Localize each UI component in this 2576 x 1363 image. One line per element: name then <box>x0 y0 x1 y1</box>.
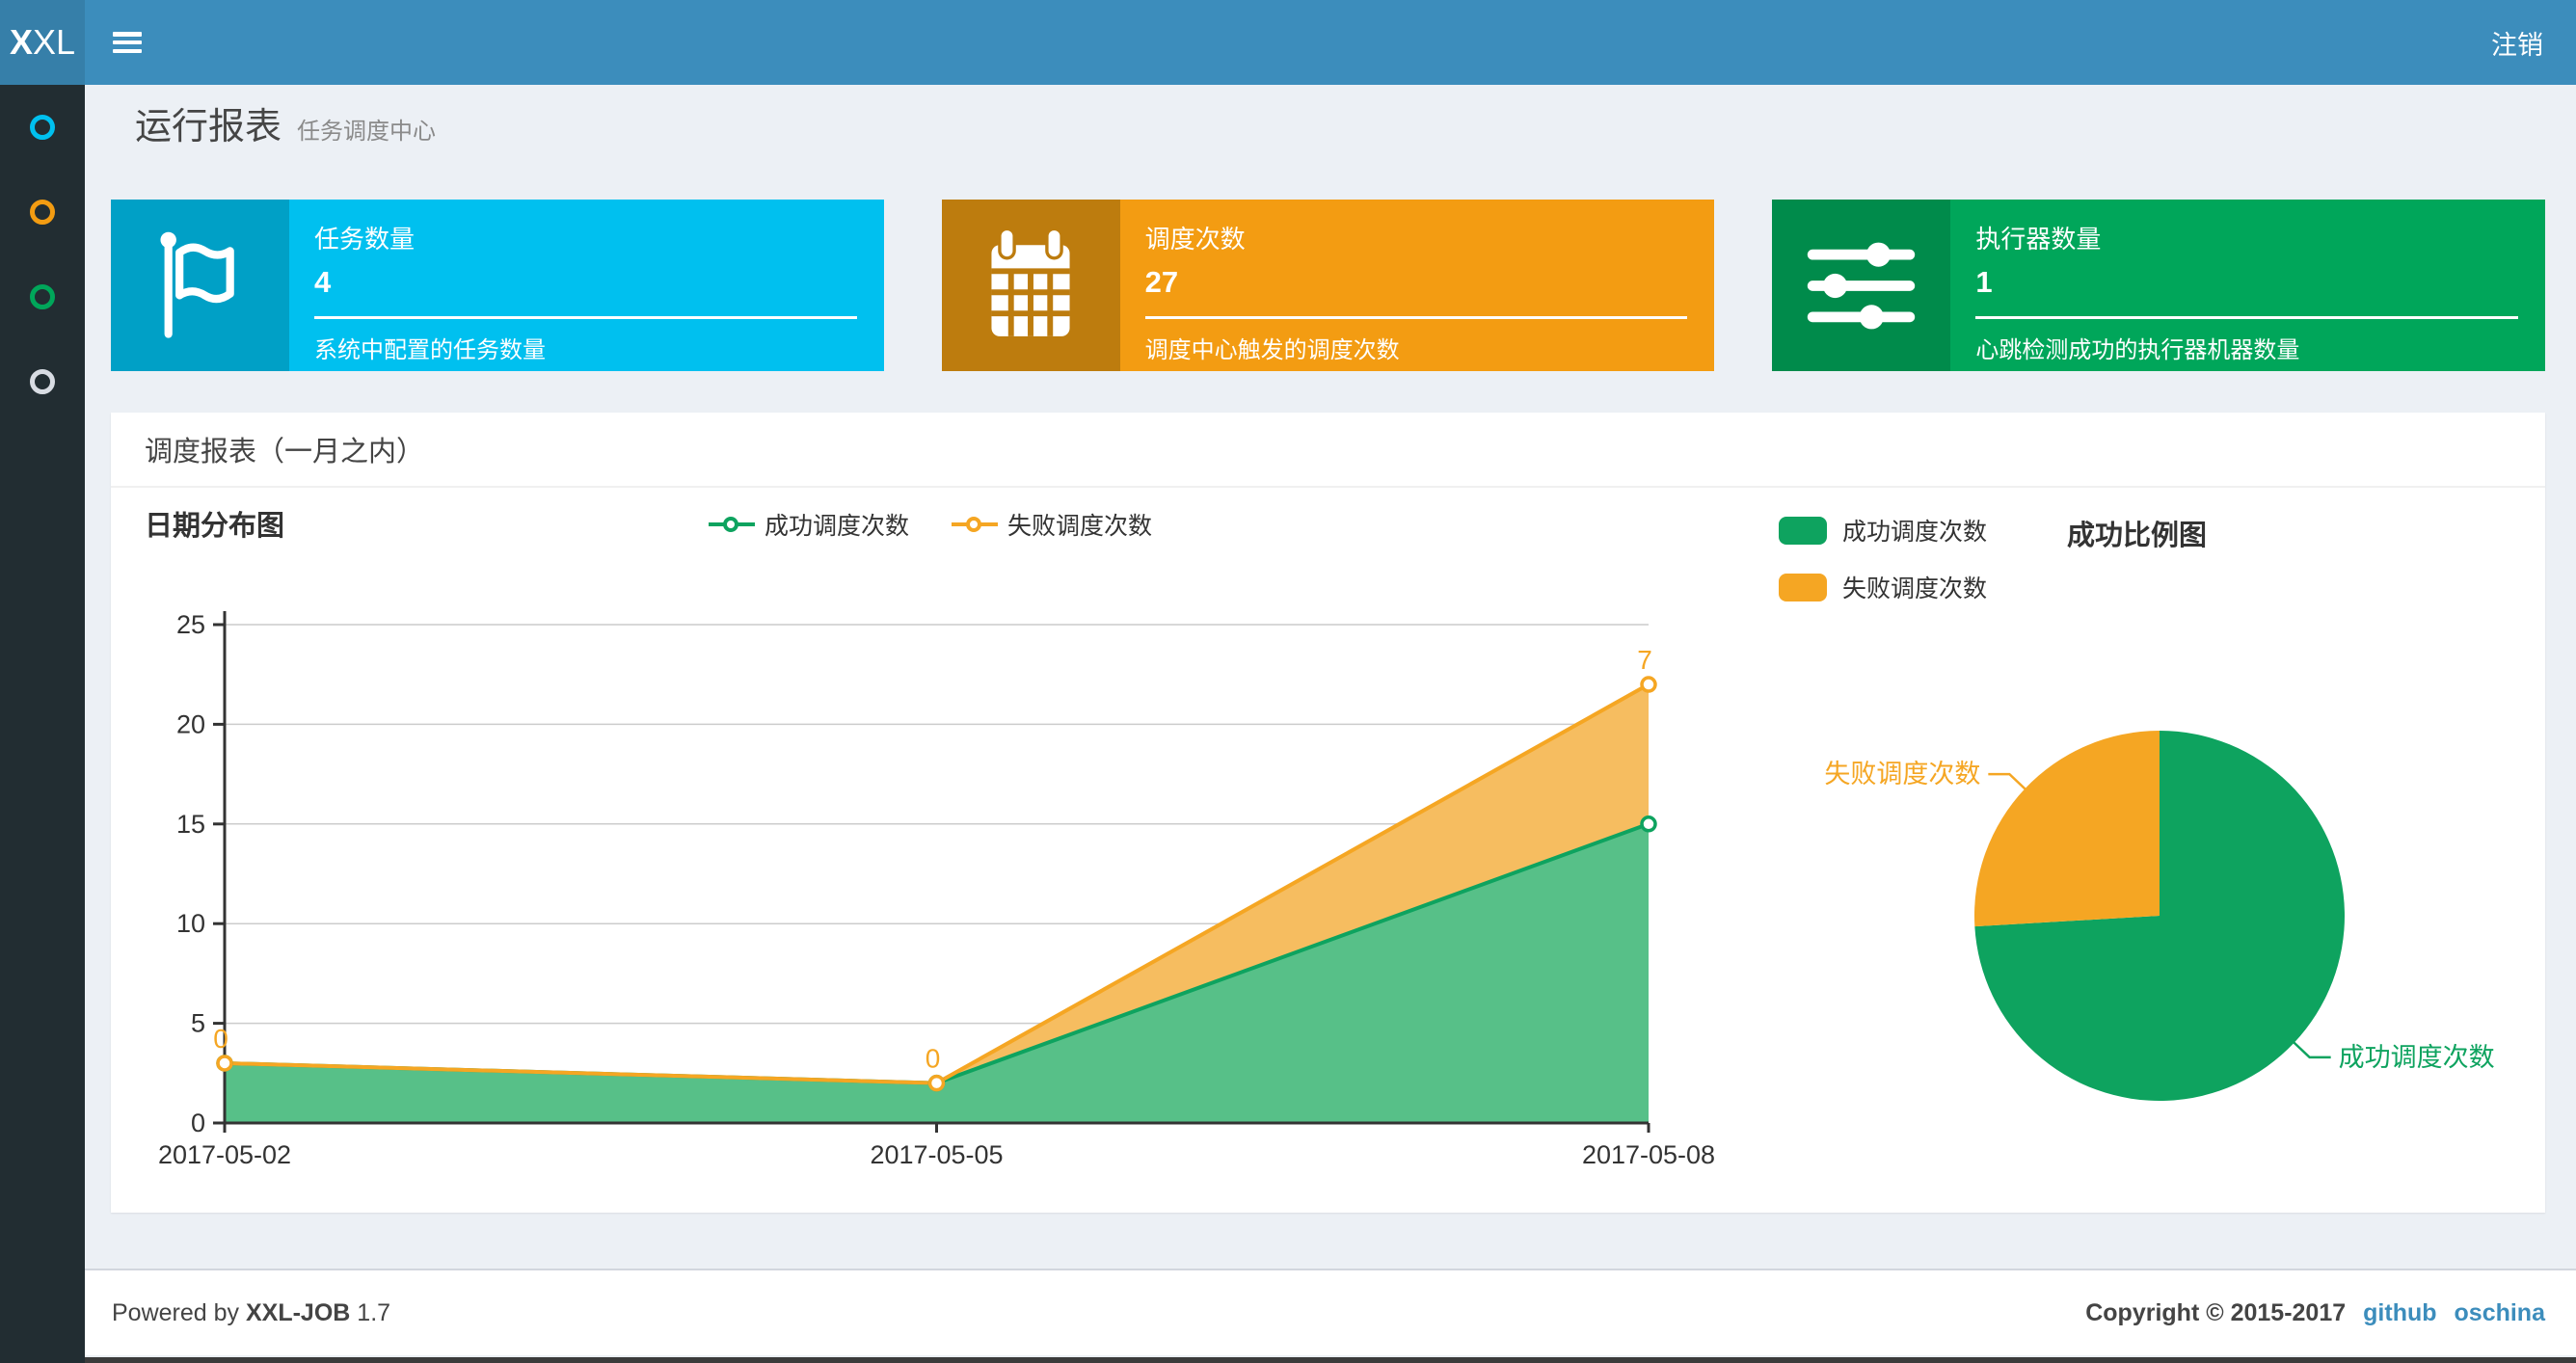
xxl-job-dashboard: X XL 注销 运行报表 任务调度中心 任务数量 4 系统中配置的任务数量 调度… <box>0 0 2576 1363</box>
card-executor-count: 执行器数量 1 心跳检测成功的执行器机器数量 <box>1772 200 2546 371</box>
pie-chart-title: 成功比例图 <box>2067 521 2208 551</box>
sidebar-item-3[interactable] <box>0 254 85 339</box>
logo-rest-text: XL <box>32 22 76 62</box>
legend-label: 成功调度次数 <box>1842 519 1988 546</box>
legend-label: 成功调度次数 <box>764 513 909 540</box>
pie-chart-legend: 成功调度次数 失败调度次数 <box>1779 513 1987 604</box>
report-panel-header: 调度报表（一月之内） <box>111 413 2545 488</box>
top-navbar: X XL 注销 <box>0 0 2576 85</box>
legend-swatch-icon <box>1779 516 1827 545</box>
logo-bold-text: X <box>9 22 33 62</box>
svg-text:成功调度次数: 成功调度次数 <box>2339 1043 2495 1072</box>
svg-text:0: 0 <box>191 1109 205 1137</box>
svg-text:25: 25 <box>176 610 205 639</box>
footer-right: Copyright © 2015-2017 github oschina <box>2085 1299 2545 1327</box>
legend-label: 失败调度次数 <box>1007 513 1153 540</box>
card-trigger-count: 调度次数 27 调度中心触发的调度次数 <box>941 200 1715 371</box>
sidebar-item-1[interactable] <box>0 85 85 170</box>
svg-text:2017-05-05: 2017-05-05 <box>870 1140 1003 1169</box>
card-content: 任务数量 4 系统中配置的任务数量 <box>289 200 884 371</box>
card-label: 执行器数量 <box>1975 225 2102 254</box>
sidebar-item-4[interactable] <box>0 339 85 424</box>
calendar-icon <box>941 200 1120 371</box>
card-content: 执行器数量 1 心跳检测成功的执行器机器数量 <box>1950 200 2545 371</box>
card-description: 心跳检测成功的执行器机器数量 <box>1975 337 2300 363</box>
date-distribution-chart[interactable]: 05101520252017-05-02 2017-05-05 2017-05-08… <box>111 565 1731 1191</box>
svg-text:2017-05-02: 2017-05-02 <box>158 1140 291 1169</box>
card-value: 27 <box>1144 265 1179 299</box>
line-marker-icon <box>708 517 755 532</box>
pie-legend-item-success[interactable]: 成功调度次数 <box>1779 513 1987 548</box>
svg-text:0: 0 <box>926 1044 941 1074</box>
card-job-count: 任务数量 4 系统中配置的任务数量 <box>111 200 884 371</box>
card-description: 调度中心触发的调度次数 <box>1144 337 1400 363</box>
circle-outline-icon <box>30 284 55 309</box>
success-ratio-chart[interactable]: 成功调度次数 失败调度次数 <box>1711 719 2545 1143</box>
sidebar <box>0 85 85 1363</box>
svg-text:失败调度次数: 失败调度次数 <box>1824 760 1980 788</box>
circle-outline-icon <box>30 200 55 225</box>
github-link[interactable]: github <box>2363 1299 2436 1327</box>
window-bottom-edge <box>0 1357 2576 1363</box>
legend-item-success[interactable]: 成功调度次数 <box>708 507 909 542</box>
sliders-icon <box>1772 200 1951 371</box>
svg-text:0: 0 <box>213 1024 228 1054</box>
footer: Powered by XXL-JOB 1.7 Copyright © 2015-… <box>85 1269 2576 1355</box>
legend-item-fail[interactable]: 失败调度次数 <box>952 507 1152 542</box>
svg-text:5: 5 <box>191 1009 205 1038</box>
line-chart-legend: 成功调度次数 失败调度次数 <box>612 507 1248 542</box>
sidebar-item-2[interactable] <box>0 170 85 254</box>
card-divider <box>1144 316 1688 319</box>
logout-link[interactable]: 注销 <box>2458 0 2576 85</box>
card-value: 4 <box>314 265 332 299</box>
card-label: 任务数量 <box>314 225 416 254</box>
report-panel: 调度报表（一月之内） 日期分布图 成功调度次数 失败调度次数 成功调度次数 失败… <box>111 413 2545 1213</box>
line-marker-icon <box>952 517 998 532</box>
card-content: 调度次数 27 调度中心触发的调度次数 <box>1120 200 1715 371</box>
stat-cards-row: 任务数量 4 系统中配置的任务数量 调度次数 27 调度中心触发的调度次数 执行… <box>111 200 2546 371</box>
card-value: 1 <box>1975 265 1993 299</box>
report-panel-title: 调度报表（一月之内） <box>145 437 425 468</box>
circle-outline-icon <box>30 369 55 394</box>
content-header: 运行报表 任务调度中心 <box>135 96 436 149</box>
legend-swatch-icon <box>1779 573 1827 601</box>
circle-outline-icon <box>30 115 55 140</box>
legend-label: 失败调度次数 <box>1842 575 1988 602</box>
card-divider <box>314 316 857 319</box>
card-label: 调度次数 <box>1144 225 1246 254</box>
oschina-link[interactable]: oschina <box>2455 1299 2545 1327</box>
version-number: 1.7 <box>357 1298 391 1326</box>
line-chart-title: 日期分布图 <box>145 511 285 542</box>
powered-prefix: Powered by <box>112 1298 240 1326</box>
hamburger-icon <box>113 32 142 53</box>
svg-text:15: 15 <box>176 810 205 839</box>
sidebar-toggle-button[interactable] <box>85 0 170 85</box>
page-title: 运行报表 <box>135 107 282 147</box>
brand-name: XXL-JOB <box>245 1298 351 1326</box>
page-subtitle: 任务调度中心 <box>297 119 437 145</box>
svg-text:7: 7 <box>1637 645 1652 675</box>
app-logo[interactable]: X XL <box>0 0 85 85</box>
copyright-text: Copyright © 2015-2017 <box>2085 1298 2347 1326</box>
flag-icon <box>111 200 289 371</box>
card-divider <box>1975 316 2519 319</box>
card-description: 系统中配置的任务数量 <box>314 337 546 363</box>
svg-text:20: 20 <box>176 709 205 738</box>
svg-text:10: 10 <box>176 909 205 938</box>
svg-text:2017-05-08: 2017-05-08 <box>1582 1140 1715 1169</box>
powered-by-text: Powered by XXL-JOB 1.7 <box>112 1299 390 1327</box>
report-panel-body: 日期分布图 成功调度次数 失败调度次数 成功调度次数 失败调度次数 成功比例图 … <box>111 488 2545 1211</box>
pie-legend-item-fail[interactable]: 失败调度次数 <box>1779 570 1987 604</box>
